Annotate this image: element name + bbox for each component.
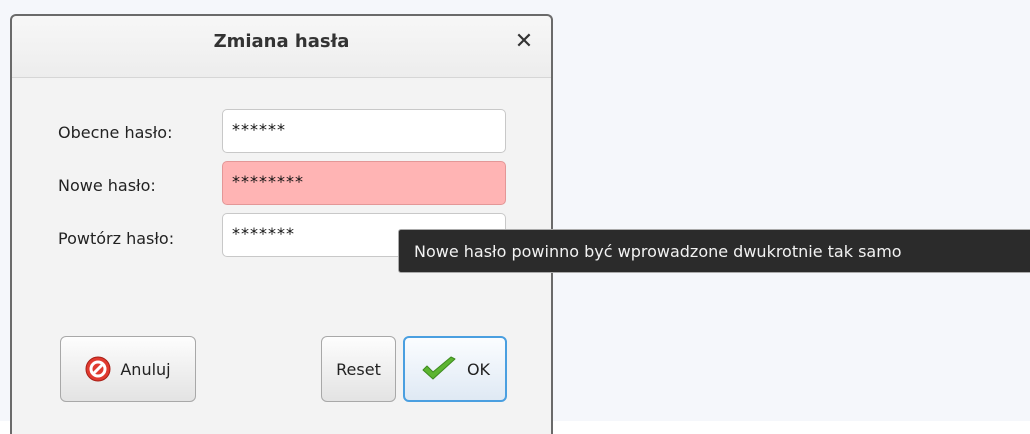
new-password-field[interactable]: ******** xyxy=(222,161,506,205)
validation-tooltip: Nowe hasło powinno być wprowadzone dwukr… xyxy=(398,229,1030,273)
change-password-dialog: Zmiana hasła ✕ Obecne hasło: ****** Nowe… xyxy=(10,14,553,434)
new-password-label: Nowe hasło: xyxy=(58,176,156,195)
checkmark-icon xyxy=(420,355,458,383)
close-icon[interactable]: ✕ xyxy=(511,28,537,54)
cancel-button[interactable]: Anuluj xyxy=(60,336,196,402)
cancel-icon xyxy=(85,356,111,382)
repeat-password-label: Powtórz hasło: xyxy=(58,229,175,248)
current-password-field[interactable]: ****** xyxy=(222,109,506,153)
ok-button-label: OK xyxy=(466,359,491,379)
current-password-label: Obecne hasło: xyxy=(58,123,173,142)
dialog-title: Zmiana hasła xyxy=(213,31,350,52)
reset-button[interactable]: Reset xyxy=(321,336,396,402)
dialog-titlebar: Zmiana hasła ✕ xyxy=(12,16,551,78)
cancel-button-label: Anuluj xyxy=(120,359,171,379)
ok-button[interactable]: OK xyxy=(403,336,507,402)
reset-button-label: Reset xyxy=(336,359,381,379)
